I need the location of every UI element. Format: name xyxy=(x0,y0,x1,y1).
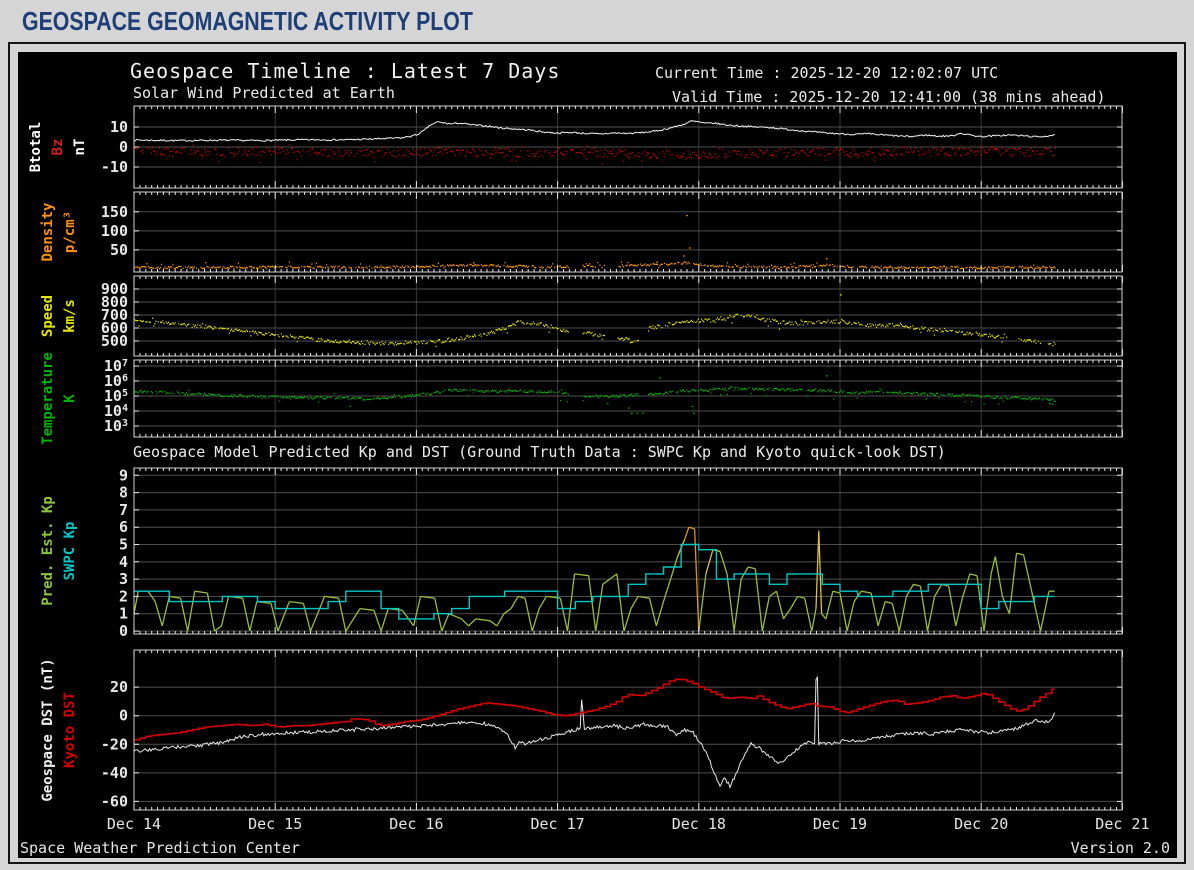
ticks-dst xyxy=(133,650,1123,810)
tick-label-speed-500: 500 xyxy=(101,332,128,350)
axis-label-density: Density xyxy=(40,202,56,262)
tick-label-density-100: 100 xyxy=(101,222,128,240)
tick-label-kp-6: 6 xyxy=(119,518,128,536)
footer-version: Version 2.0 xyxy=(1070,839,1170,857)
series-kyoto-dst-step xyxy=(134,678,1055,741)
tick-label-kp-9: 9 xyxy=(119,466,128,484)
mid-title: Geospace Model Predicted Kp and DST (Gro… xyxy=(133,443,946,461)
tick-label-kp-1: 1 xyxy=(119,605,128,623)
chart-subtitle: Solar Wind Predicted at Earth xyxy=(133,84,395,102)
tick-label-imf-0: 0 xyxy=(119,138,128,156)
panel-density: 15010050 Density p/cm³ xyxy=(40,191,1123,273)
x-tick-dec-16: Dec 16 xyxy=(389,815,443,833)
tick-label-dst--40: -40 xyxy=(101,764,128,782)
tick-label-dst-20: 20 xyxy=(110,678,128,696)
x-tick-dec-17: Dec 17 xyxy=(531,815,585,833)
axis-label-kyoto-dst: Kyoto DST xyxy=(62,692,78,768)
tick-label-imf-10: 10 xyxy=(110,118,128,136)
tick-label-kp-4: 4 xyxy=(119,553,128,571)
axis-label-p-cm-: p/cm³ xyxy=(62,211,78,253)
tick-label-kp-5: 5 xyxy=(119,536,128,554)
series-bz-dots xyxy=(135,144,1056,165)
tick-label-density-150: 150 xyxy=(101,203,128,221)
tick-label-kp-2: 2 xyxy=(119,587,128,605)
x-tick-dec-14: Dec 14 xyxy=(107,815,161,833)
x-tick-dec-18: Dec 18 xyxy=(672,815,726,833)
series-dst-line xyxy=(134,675,1056,789)
axis-label-km-s: km/s xyxy=(62,299,78,333)
tick-label-kp-8: 8 xyxy=(119,484,128,502)
x-tick-dec-15: Dec 15 xyxy=(248,815,302,833)
tick-label-temperature-103: 103 xyxy=(104,417,128,435)
ticks-density xyxy=(133,192,1123,272)
panel-frame-speed xyxy=(133,275,1123,357)
tick-label-kp-7: 7 xyxy=(119,501,128,519)
panel-temperature: 107106105104103Temperature K xyxy=(40,352,1123,445)
footer-source: Space Weather Prediction Center xyxy=(20,839,300,857)
panel-kp: 9876543210 Pred. Est. Kp SWPC Kp xyxy=(40,466,1123,640)
axis-label-geospace-dst-nt-: Geospace DST (nT) xyxy=(40,658,56,801)
x-tick-dec-21: Dec 21 xyxy=(1095,815,1149,833)
current-time-label: Current Time : 2025-12-20 12:02:07 UTC xyxy=(655,64,999,82)
x-tick-dec-19: Dec 19 xyxy=(813,815,867,833)
tick-label-dst--60: -60 xyxy=(101,792,128,810)
axis-label-k: K xyxy=(62,394,78,403)
ticks-temperature xyxy=(133,360,1123,437)
panel-frame-dst xyxy=(133,649,1123,811)
tick-label-imf--10: -10 xyxy=(101,158,128,176)
axis-label-speed: Speed xyxy=(40,295,56,337)
series-density-dots xyxy=(135,214,1056,271)
axis-label-nt: nT xyxy=(72,139,88,156)
axis-label-bz: Bz xyxy=(50,139,66,156)
axis-label-btotal: Btotal xyxy=(28,122,44,173)
page-background: GEOSPACE GEOMAGNETIC ACTIVITY PLOT 10 0 -1… xyxy=(0,0,1194,870)
tick-label-kp-3: 3 xyxy=(119,570,128,588)
tick-label-dst--20: -20 xyxy=(101,735,128,753)
panel-imf: 10 0 -10 Btotal Bz nT xyxy=(28,105,1123,189)
tick-label-kp-0: 0 xyxy=(119,622,128,640)
geospace-chart: 100-10Btotal Bz nT15010050Density p/cm³9008… xyxy=(28,105,1149,833)
tick-label-dst-0: 0 xyxy=(119,707,128,725)
series-speed-dots xyxy=(134,294,1056,348)
panel-dst: 20 0 -20 -40 -60 Geospace DST (nT) Kyoto DST xyxy=(40,649,1123,811)
ticks-speed xyxy=(133,276,1123,356)
x-tick-dec-20: Dec 20 xyxy=(954,815,1008,833)
panel-frame-temperature xyxy=(133,359,1123,438)
series-imf-line xyxy=(134,120,1055,142)
axis-label-swpc-kp: SWPC Kp xyxy=(62,521,78,580)
panel-speed: 900800700600500Speed km/s xyxy=(40,275,1123,357)
panel-frame-density xyxy=(133,191,1123,273)
axis-label-pred-est-kp: Pred. Est. Kp xyxy=(40,496,56,606)
chart-title: Geospace Timeline : Latest 7 Days xyxy=(130,59,561,83)
tick-label-density-50: 50 xyxy=(110,241,128,259)
axis-label-temperature: Temperature xyxy=(40,352,56,445)
valid-time-label: Valid Time : 2025-12-20 12:41:00 (38 min… xyxy=(672,88,1106,106)
